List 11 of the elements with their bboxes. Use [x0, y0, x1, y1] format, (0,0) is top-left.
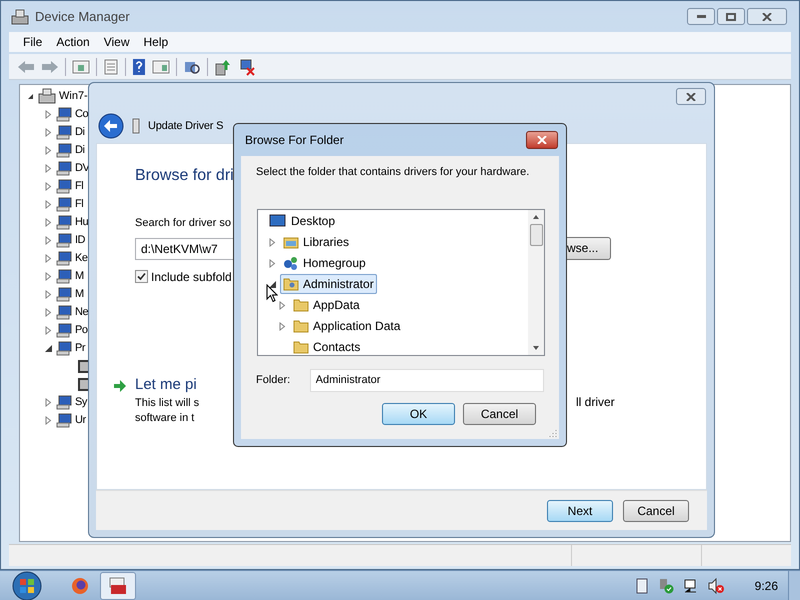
checkbox-label: Include subfold — [151, 268, 232, 286]
field-label: Folder: — [256, 372, 292, 388]
field-label: Search for driver so — [135, 216, 231, 231]
page-heading: Browse for dri — [135, 166, 234, 186]
instruction-text: Select the folder that contains drivers for your hardware. — [256, 165, 530, 180]
description-text: This list will s — [135, 396, 200, 411]
dialog-title: Browse For Folder — [245, 132, 344, 149]
window-title: Device Manager — [35, 8, 130, 26]
description-text: ll driver — [576, 394, 615, 411]
wizard-title: Update Driver S — [148, 118, 224, 134]
description-text: software in t — [135, 411, 196, 426]
